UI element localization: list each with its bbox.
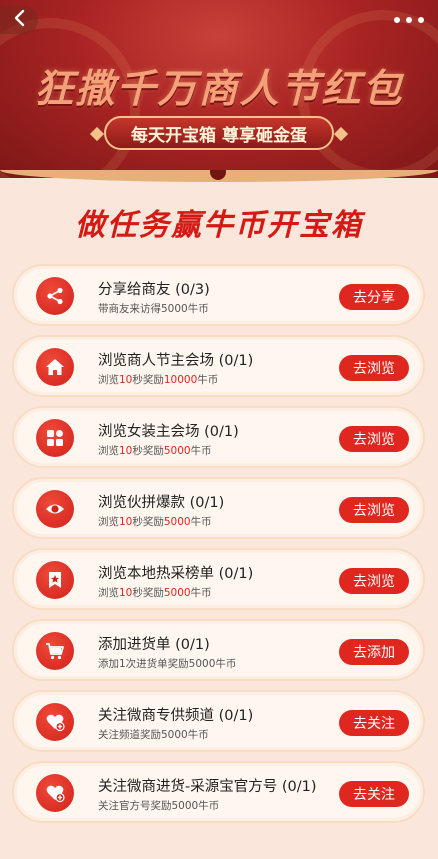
task-action-button[interactable]: 去添加 — [339, 639, 409, 665]
desc-text: 秒奖励 — [132, 516, 164, 528]
task-title: 浏览本地热采榜单 (0/1) — [98, 566, 254, 582]
task-description: 浏览10秒奖励5000牛币 — [98, 514, 212, 529]
task-description: 添加1次进货单奖励5000牛币 — [98, 656, 236, 671]
task-action-button[interactable]: 去浏览 — [339, 426, 409, 452]
desc-text: 关注频道奖励5000牛币 — [98, 729, 209, 741]
task-item: 浏览本地热采榜单 (0/1) 浏览10秒奖励5000牛币 去浏览 — [12, 548, 425, 610]
task-action-button[interactable]: 去关注 — [339, 781, 409, 807]
desc-highlight: 10 — [119, 374, 133, 386]
task-title: 关注微商进货-采源宝官方号 (0/1) — [98, 779, 317, 795]
task-action-button[interactable]: 去分享 — [339, 284, 409, 310]
task-title: 浏览商人节主会场 (0/1) — [98, 353, 254, 369]
back-button[interactable] — [0, 6, 38, 34]
desc-highlight: 10 — [119, 516, 133, 528]
cart-icon — [36, 632, 74, 670]
task-action-button[interactable]: 去浏览 — [339, 497, 409, 523]
desc-highlight: 10000 — [163, 374, 198, 386]
task-action-button[interactable]: 去关注 — [339, 710, 409, 736]
task-description: 浏览10秒奖励5000牛币 — [98, 585, 212, 600]
header-banner: 狂撒千万商人节红包 每天开宝箱 尊享砸金蛋 — [0, 0, 438, 178]
more-dot — [394, 17, 400, 23]
more-dot — [418, 17, 424, 23]
task-item: 浏览女装主会场 (0/1) 浏览10秒奖励5000牛币 去浏览 — [12, 406, 425, 468]
desc-text: 添加1次进货单奖励5000牛币 — [98, 658, 237, 670]
desc-highlight: 5000 — [163, 516, 191, 528]
task-item: 关注微商进货-采源宝官方号 (0/1) 关注官方号奖励5000牛币 去关注 — [12, 761, 425, 823]
home-icon — [36, 348, 74, 386]
task-title: 浏览伙拼爆款 (0/1) — [98, 495, 225, 511]
desc-text: 关注官方号奖励5000牛币 — [98, 800, 220, 812]
desc-text: 浏览 — [98, 516, 119, 528]
desc-highlight: 10 — [119, 587, 133, 599]
banner-title: 狂撒千万商人节红包 — [34, 66, 404, 112]
task-description: 带商友来访得5000牛币 — [98, 301, 209, 316]
grid-icon — [36, 419, 74, 457]
desc-text: 牛币 — [190, 516, 212, 528]
task-item: 分享给商友 (0/3) 带商友来访得5000牛币 去分享 — [12, 264, 425, 326]
ribbon-ornament — [89, 126, 105, 142]
section-title: 做任务赢牛币开宝箱 — [75, 208, 363, 243]
desc-text: 牛币 — [190, 587, 212, 599]
task-description: 关注官方号奖励5000牛币 — [98, 798, 219, 813]
task-description: 浏览10秒奖励10000牛币 — [98, 372, 218, 387]
desc-text: 浏览 — [98, 445, 119, 457]
task-item: 浏览伙拼爆款 (0/1) 浏览10秒奖励5000牛币 去浏览 — [12, 477, 425, 539]
more-button[interactable] — [394, 10, 424, 30]
desc-text: 牛币 — [190, 445, 212, 457]
desc-highlight: 5000 — [163, 587, 191, 599]
task-title: 分享给商友 (0/3) — [98, 282, 210, 298]
task-title: 浏览女装主会场 (0/1) — [98, 424, 239, 440]
task-description: 关注频道奖励5000牛币 — [98, 727, 209, 742]
task-action-button[interactable]: 去浏览 — [339, 568, 409, 594]
banner-subtitle-ribbon: 每天开宝箱 尊享砸金蛋 — [89, 116, 349, 150]
star-bookmark-icon — [36, 561, 74, 599]
heart-plus-icon — [36, 703, 74, 741]
eye-icon — [36, 490, 74, 528]
desc-text: 牛币 — [197, 374, 219, 386]
share-icon — [36, 277, 74, 315]
desc-highlight: 5000 — [163, 445, 191, 457]
task-action-button[interactable]: 去浏览 — [339, 355, 409, 381]
task-item: 添加进货单 (0/1) 添加1次进货单奖励5000牛币 去添加 — [12, 619, 425, 681]
task-item: 关注微商专供频道 (0/1) 关注频道奖励5000牛币 去关注 — [12, 690, 425, 752]
desc-text: 带商友来访得5000牛币 — [98, 303, 209, 315]
task-list: 分享给商友 (0/3) 带商友来访得5000牛币 去分享浏览商人节主会场 (0/1)… — [12, 264, 425, 832]
desc-text: 秒奖励 — [132, 374, 164, 386]
desc-text: 秒奖励 — [132, 587, 164, 599]
desc-text: 秒奖励 — [132, 445, 164, 457]
task-title: 添加进货单 (0/1) — [98, 637, 210, 653]
banner-subtitle: 每天开宝箱 尊享砸金蛋 — [104, 116, 334, 150]
task-title: 关注微商专供频道 (0/1) — [98, 708, 254, 724]
task-item: 浏览商人节主会场 (0/1) 浏览10秒奖励10000牛币 去浏览 — [12, 335, 425, 397]
desc-text: 浏览 — [98, 587, 119, 599]
heart-plus-icon — [36, 774, 74, 812]
chevron-left-icon — [13, 8, 25, 32]
desc-highlight: 10 — [119, 445, 133, 457]
more-dot — [406, 17, 412, 23]
desc-text: 浏览 — [98, 374, 119, 386]
ribbon-ornament — [333, 126, 349, 142]
task-description: 浏览10秒奖励5000牛币 — [98, 443, 212, 458]
